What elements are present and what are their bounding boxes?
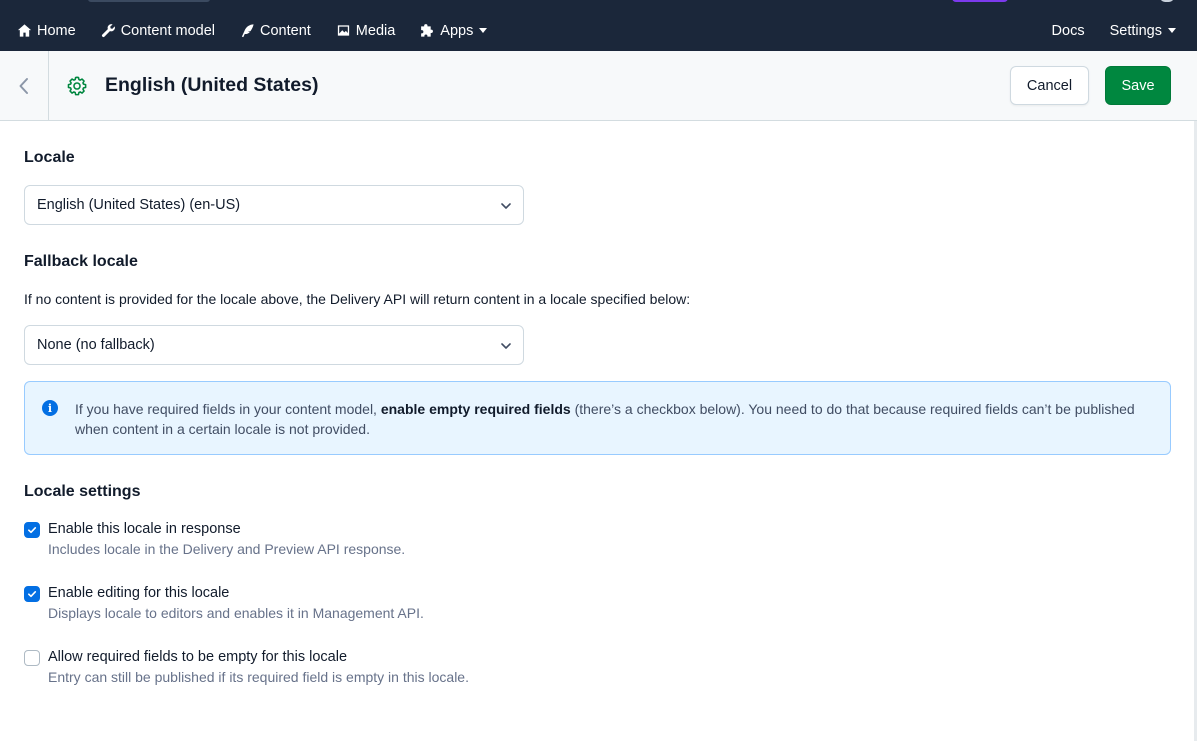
puzzle-icon: [421, 24, 434, 37]
chevron-left-icon: [19, 77, 28, 94]
note-text-before: If you have required fields in your cont…: [75, 401, 381, 417]
nav-right: Docs Settings: [1027, 10, 1197, 51]
enable-editing-checkbox[interactable]: [24, 586, 40, 602]
option-label[interactable]: Allow required fields to be empty for th…: [48, 649, 347, 665]
save-button[interactable]: Save: [1105, 66, 1171, 105]
allow-empty-required-checkbox[interactable]: [24, 650, 40, 666]
nav-item-content-model[interactable]: Content model: [101, 10, 215, 51]
chevron-down-icon: [479, 28, 488, 33]
locale-section-title: Locale: [24, 149, 75, 166]
option-help: Includes locale in the Delivery and Prev…: [48, 541, 406, 557]
home-icon: [17, 24, 32, 37]
nav-item-label: Apps: [440, 22, 474, 39]
nav-item-label: Content model: [120, 22, 215, 39]
avatar[interactable]: [1160, 0, 1174, 2]
note-text-bold: enable empty required fields: [380, 401, 571, 417]
info-note-text: If you have required fields in your cont…: [75, 399, 1145, 439]
top-strip: [0, 0, 1197, 10]
nav-item-docs[interactable]: Docs: [1052, 10, 1085, 51]
check-icon: [28, 527, 37, 534]
nav-item-content[interactable]: Content: [240, 10, 311, 51]
chevron-down-icon: [501, 203, 511, 209]
main-navbar: Home Content model Content Media Apps Do…: [0, 10, 1197, 51]
nav-item-label: Docs: [1051, 22, 1085, 39]
locale-select[interactable]: English (United States) (en-US): [24, 185, 524, 225]
info-icon: i: [42, 400, 58, 416]
nav-item-label: Content: [260, 22, 311, 39]
chevron-down-icon: [501, 343, 511, 349]
space-switcher[interactable]: [88, 0, 210, 2]
fallback-locale-select[interactable]: None (no fallback): [24, 325, 524, 365]
fallback-description: If no content is provided for the locale…: [24, 291, 691, 307]
option-help: Displays locale to editors and enables i…: [48, 605, 424, 621]
nav-item-settings[interactable]: Settings: [1110, 10, 1176, 51]
nav-item-media[interactable]: Media: [336, 10, 396, 51]
nav-item-label: Media: [355, 22, 396, 39]
option-help: Entry can still be published if its requ…: [48, 669, 469, 685]
locale-settings-title: Locale settings: [24, 483, 141, 500]
gear-icon: [66, 75, 88, 97]
nav-item-label: Settings: [1109, 22, 1162, 39]
nav-item-home[interactable]: Home: [17, 10, 76, 51]
nav-left: Home Content model Content Media Apps: [0, 10, 512, 51]
check-icon: [28, 591, 37, 598]
cancel-button[interactable]: Cancel: [1010, 66, 1089, 105]
option-label[interactable]: Enable editing for this locale: [48, 585, 229, 601]
page-header: English (United States) Cancel Save: [0, 51, 1197, 121]
back-button[interactable]: [0, 51, 49, 120]
image-icon: [337, 25, 349, 36]
nav-item-label: Home: [37, 22, 76, 39]
fallback-select-value: None (no fallback): [37, 337, 155, 353]
chevron-down-icon: [1168, 28, 1176, 33]
fallback-section-title: Fallback locale: [24, 253, 138, 270]
locale-select-value: English (United States) (en-US): [37, 197, 241, 213]
page-title: English (United States): [105, 74, 319, 96]
header-actions: Cancel Save: [1010, 66, 1197, 105]
option-label[interactable]: Enable this locale in response: [48, 521, 241, 537]
enable-in-response-checkbox[interactable]: [24, 522, 40, 538]
upgrade-button[interactable]: [952, 0, 1008, 2]
wrench-icon: [101, 24, 115, 38]
feather-pen-icon: [241, 24, 254, 38]
info-note: i If you have required fields in your co…: [24, 381, 1171, 455]
nav-item-apps[interactable]: Apps: [420, 10, 488, 51]
